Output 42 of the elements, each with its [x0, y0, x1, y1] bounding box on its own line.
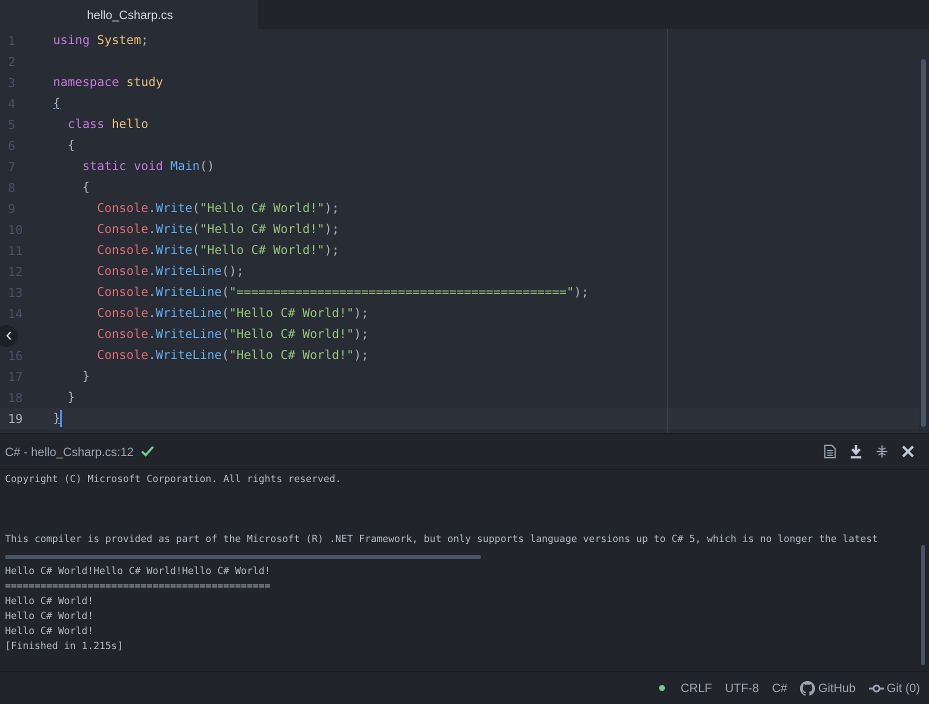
- output-line: =============================================: [5, 580, 272, 594]
- code-line: {: [82, 179, 90, 196]
- close-icon[interactable]: [901, 444, 915, 459]
- output-line: [Finished in 1.215s]: [5, 640, 124, 654]
- code-line: }: [68, 389, 76, 406]
- output-line: Hello C# World!: [5, 625, 94, 639]
- code-line: Console.WriteLine("Hello C# World!");: [97, 347, 369, 364]
- code-line: Console.Write("Hello C# World!");: [97, 242, 340, 259]
- code-line: Console.Write("Hello C# World!");: [97, 200, 340, 217]
- panel-title: C# - hello_Csharp.cs:12: [5, 444, 134, 458]
- github-icon[interactable]: [800, 680, 816, 696]
- output-line: Hello C# World!Hello C# World!Hello C# World!: [5, 565, 272, 579]
- code-line: }: [53, 410, 62, 427]
- code-line: {: [68, 137, 76, 154]
- scrollbar[interactable]: [921, 59, 926, 427]
- scrollbar[interactable]: [921, 545, 925, 665]
- code-line: class hello: [68, 116, 148, 133]
- output-line: Hello C# World!: [5, 595, 94, 609]
- code-line: using System;: [53, 32, 148, 49]
- download-icon[interactable]: [849, 444, 863, 459]
- code-line: Console.WriteLine("Hello C# World!");: [97, 326, 369, 343]
- status-item[interactable]: UTF-8: [724, 681, 759, 695]
- code-line: Console.WriteLine("=============================================");: [97, 284, 589, 301]
- code-line: Console.Write("Hello C# World!");: [97, 221, 340, 238]
- status-item[interactable]: Git (0): [886, 681, 920, 695]
- file-tab[interactable]: hello_Csharp.cs: [0, 0, 258, 29]
- code-line: static void Main(): [82, 158, 214, 175]
- status-item[interactable]: C#: [772, 681, 788, 695]
- code-line: Console.WriteLine("Hello C# World!");: [97, 305, 369, 322]
- line-number: 19: [8, 412, 23, 426]
- code-line: {: [53, 95, 60, 112]
- output-line: Hello C# World!: [5, 610, 94, 624]
- code-line: }: [82, 368, 90, 385]
- output-line: This compiler is provided as part of the Microsoft (R) .NET Framework, but only supports language versions up to C# 5, which is no longer the latest: [5, 533, 879, 547]
- status-item[interactable]: GitHub: [818, 681, 856, 695]
- code-line: namespace study: [53, 74, 164, 91]
- status-item[interactable]: CRLF: [680, 681, 712, 695]
- output-line: Copyright (C) Microsoft Corporation. All rights reserved.: [5, 473, 342, 487]
- collapse-button[interactable]: ‹: [0, 325, 18, 347]
- code-line: Console.WriteLine();: [97, 263, 244, 280]
- scrollbar[interactable]: [5, 555, 481, 559]
- document-icon[interactable]: [823, 444, 837, 459]
